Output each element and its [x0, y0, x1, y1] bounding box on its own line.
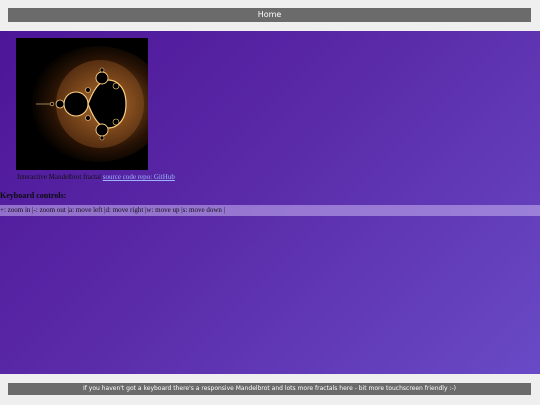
- nav-bar: Home: [8, 8, 531, 22]
- mandelbrot-fractal-image: [16, 38, 148, 170]
- source-code-link[interactable]: source code repo: GitHub: [103, 173, 175, 181]
- keyboard-controls-bar: +: zoom in |-: zoom out |a: move left |d…: [0, 205, 540, 216]
- keyboard-controls-title: Keyboard controls:: [0, 191, 67, 200]
- mandelbrot-canvas[interactable]: [16, 38, 148, 170]
- fractal-caption: Interactive Mandelbrot fractal source co…: [17, 173, 175, 181]
- caption-text: Interactive Mandelbrot fractal: [17, 173, 101, 181]
- footer-bar: If you haven't got a keyboard there's a …: [8, 383, 531, 395]
- header-strip: Home: [0, 0, 540, 31]
- home-link[interactable]: Home: [258, 10, 282, 19]
- keyboard-controls-text: +: zoom in |-: zoom out |a: move left |d…: [0, 206, 226, 214]
- footer-strip: If you haven't got a keyboard there's a …: [0, 374, 540, 405]
- footer-text: If you haven't got a keyboard there's a …: [83, 385, 456, 392]
